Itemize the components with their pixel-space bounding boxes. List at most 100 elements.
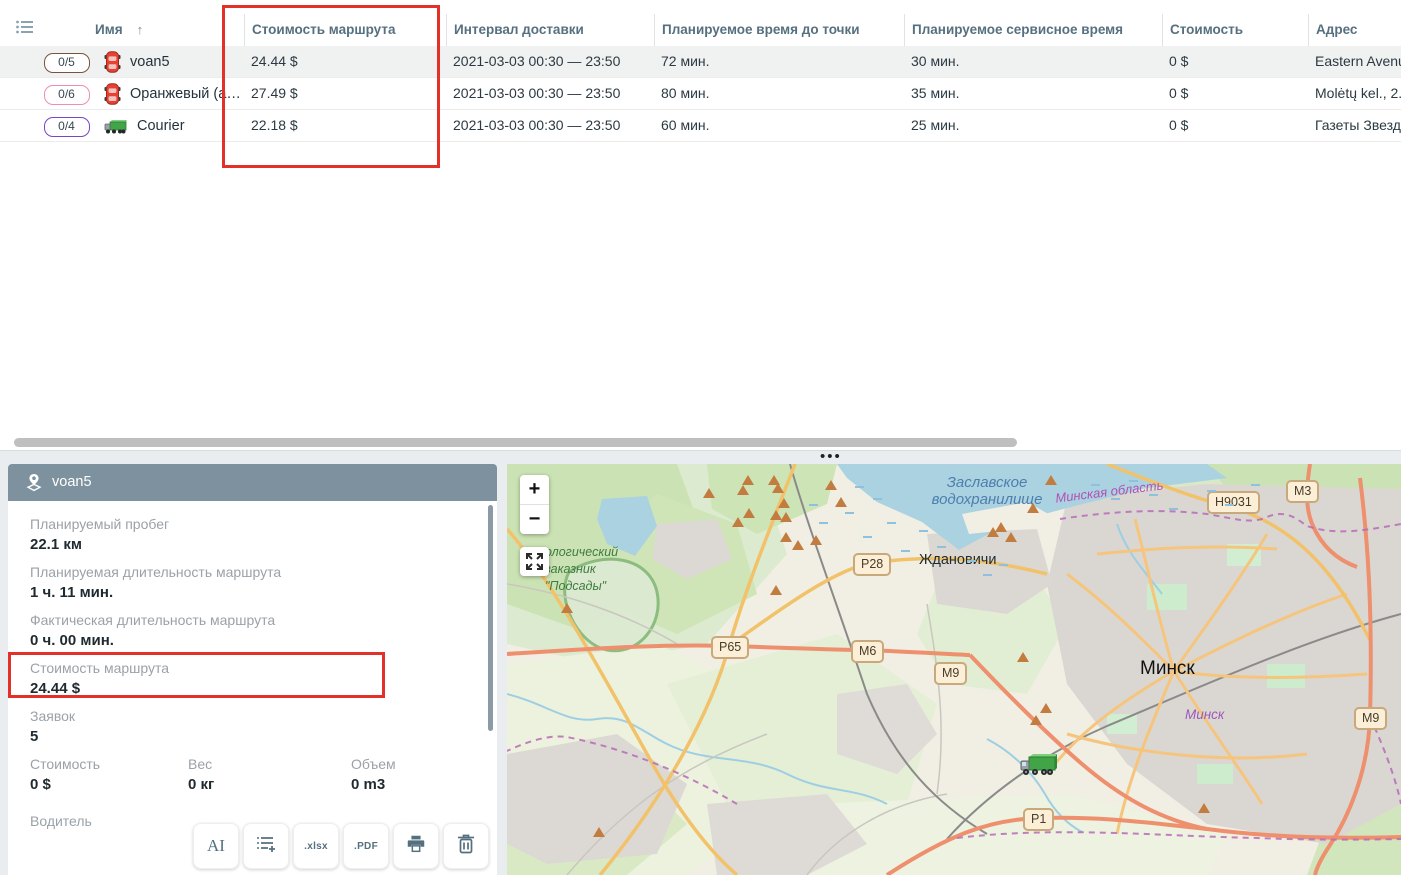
table-menu-cell [0, 14, 38, 46]
zoom-in-button[interactable]: + [520, 475, 549, 505]
field-value: 0 кг [188, 775, 214, 795]
field-route-cost: Стоимость маршрута 24.44 $ [30, 660, 497, 699]
add-list-button[interactable] [243, 823, 289, 869]
field-value: 0 m3 [351, 775, 396, 795]
panel-inline-field: Стоимость0 $ [30, 756, 100, 795]
field-value: 0 $ [30, 775, 100, 795]
vehicle-name: Оранжевый (а… [130, 86, 241, 102]
print-icon [405, 833, 427, 860]
panel-title: voan5 [52, 464, 92, 501]
cell-interval: 2021-03-03 00:30 — 23:50 [446, 78, 654, 109]
map[interactable]: Заславское водохранилищеМинская областьЖ… [507, 464, 1401, 875]
list-menu-icon[interactable] [16, 22, 34, 37]
table-row[interactable]: 0/5 voan524.44 $2021-03-03 00:30 — 23:50… [0, 46, 1401, 78]
export-pdf-button[interactable]: .PDF [343, 823, 389, 869]
field-value: 1 ч. 11 мин. [30, 583, 497, 603]
field-label: Стоимость маршрута [30, 660, 497, 676]
marsh-mark [1149, 494, 1158, 496]
column-header-cost[interactable]: Стоимость [1162, 14, 1308, 46]
field-label: Объем [351, 756, 396, 772]
panel-field: Планируемый пробег22.1 км [30, 516, 497, 555]
landmark-triangle-icon [1030, 715, 1042, 725]
landmark-triangle-icon [778, 498, 790, 508]
marsh-mark [863, 536, 872, 538]
delete-icon [456, 833, 476, 860]
road-shield-p1: P1 [1023, 808, 1054, 831]
landmark-triangle-icon [770, 585, 782, 595]
splitter-bar[interactable]: ••• [0, 450, 1401, 465]
landmark-triangle-icon [593, 827, 605, 837]
field-value: 22.1 км [30, 535, 497, 555]
horizontal-scrollbar[interactable] [14, 438, 1017, 447]
print-button[interactable] [393, 823, 439, 869]
landmark-triangle-icon [792, 540, 804, 550]
marsh-mark [919, 530, 928, 532]
capacity-badge: 0/6 [44, 85, 90, 105]
text-settings-button[interactable]: AI [193, 823, 239, 869]
app-window: Имя↑Стоимость маршрутаИнтервал доставкиП… [0, 0, 1401, 875]
column-header-route_cost[interactable]: Стоимость маршрута [244, 14, 446, 46]
splitter-handle[interactable]: ••• [820, 448, 842, 465]
landmark-triangle-icon [780, 512, 792, 522]
landmark-triangle-icon [1017, 652, 1029, 662]
table-row[interactable]: 0/4 Courier22.18 $2021-03-03 00:30 — 23:… [0, 110, 1401, 142]
marsh-mark [1111, 498, 1120, 500]
marsh-mark [901, 550, 910, 552]
field-value: 5 [30, 727, 497, 747]
marsh-mark [937, 546, 946, 548]
panel-header[interactable]: voan5 [8, 464, 497, 501]
landmark-triangle-icon [1040, 703, 1052, 713]
cell-address: Eastern Avenu [1308, 46, 1401, 77]
map-controls: + − [520, 475, 549, 576]
fullscreen-button[interactable] [520, 547, 549, 576]
column-header-address[interactable]: Адрес [1308, 14, 1401, 46]
marsh-mark [999, 564, 1008, 566]
table-row[interactable]: 0/6 Оранжевый (а…27.49 $2021-03-03 00:30… [0, 78, 1401, 110]
table-header-row: Имя↑Стоимость маршрутаИнтервал доставкиП… [0, 14, 1401, 47]
capacity-badge: 0/4 [44, 117, 90, 137]
marsh-mark [967, 560, 976, 562]
badge-cell: 0/6 [38, 78, 95, 109]
zoom-out-button[interactable]: − [520, 505, 549, 534]
vertical-scrollbar[interactable] [488, 505, 493, 731]
panel-field: Планируемая длительность маршрута1 ч. 11… [30, 564, 497, 603]
car-icon [104, 83, 121, 105]
map-vehicle-truck-icon[interactable] [1019, 751, 1059, 784]
landmark-triangle-icon [1198, 803, 1210, 813]
export-xlsx-button[interactable]: .xlsx [293, 823, 339, 869]
row-menu-cell [0, 78, 38, 109]
name-cell: Оранжевый (а… [95, 78, 244, 109]
cell-cost: 0 $ [1162, 110, 1308, 141]
marsh-mark [1129, 480, 1138, 482]
vehicle-name: voan5 [130, 54, 170, 70]
export-pdf-label: .PDF [354, 841, 378, 852]
marsh-mark [1169, 508, 1178, 510]
add-list-icon [255, 833, 277, 860]
vehicle-name: Courier [137, 118, 185, 134]
sort-asc-icon: ↑ [137, 14, 144, 46]
landmark-triangle-icon [810, 535, 822, 545]
delete-button[interactable] [443, 823, 489, 869]
landmark-triangle-icon [561, 603, 573, 613]
marsh-mark [1251, 484, 1260, 486]
column-header-name[interactable]: Имя↑ [95, 14, 244, 46]
cell-address: Molėtų kel., 2.2 [1308, 78, 1401, 109]
road-shield-h9031: H9031 [1207, 491, 1260, 514]
landmark-triangle-icon [772, 483, 784, 493]
field-value: 24.44 $ [30, 679, 497, 699]
column-header-interval[interactable]: Интервал доставки [446, 14, 654, 46]
landmark-triangle-icon [732, 517, 744, 527]
cell-time_to_point: 80 мин. [654, 78, 904, 109]
road-shield-p65: P65 [711, 636, 749, 659]
marsh-mark [887, 522, 896, 524]
cell-service_time: 35 мин. [904, 78, 1162, 109]
marsh-mark [983, 574, 992, 576]
row-menu-cell [0, 110, 38, 141]
marsh-mark [873, 498, 882, 500]
column-header-service_time[interactable]: Планируемое сервисное время [904, 14, 1162, 46]
marsh-mark [809, 504, 818, 506]
cell-interval: 2021-03-03 00:30 — 23:50 [446, 46, 654, 77]
field-label: Фактическая длительность маршрута [30, 612, 497, 628]
column-header-time_to_point[interactable]: Планируемое время до точки [654, 14, 904, 46]
landmark-triangle-icon [780, 532, 792, 542]
